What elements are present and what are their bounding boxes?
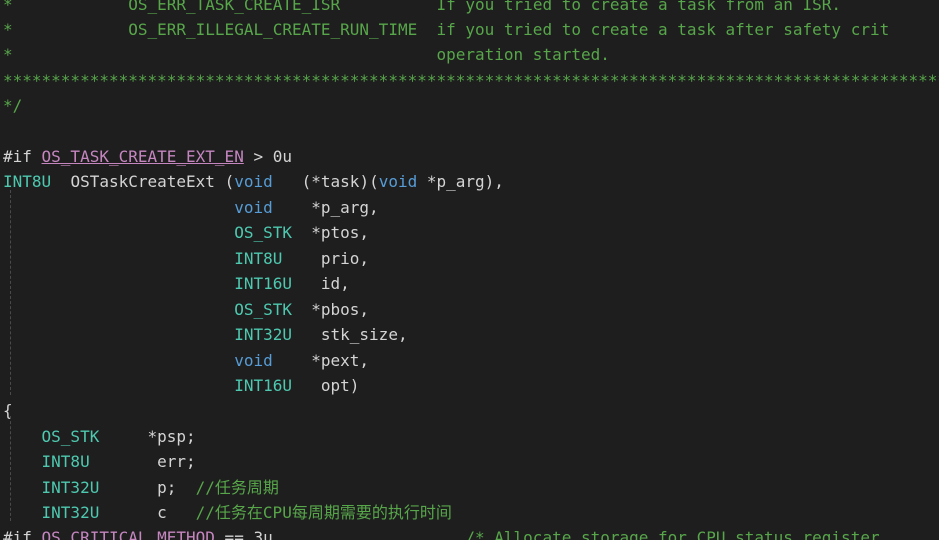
indent-guide <box>10 190 11 395</box>
code-token: (* <box>272 172 321 191</box>
code-line[interactable]: INT8U OSTaskCreateExt (void (*task)(void… <box>3 169 504 195</box>
code-token: INT16U <box>234 376 292 395</box>
code-editor[interactable]: * OS_ERR_TASK_CREATE_ISR If you tried to… <box>0 0 939 540</box>
code-token: c <box>99 503 196 522</box>
code-token: * <box>3 0 13 14</box>
code-line[interactable]: void *p_arg, <box>3 195 379 221</box>
code-line[interactable]: INT8U err; <box>3 449 196 475</box>
code-token: > 0u <box>243 147 292 166</box>
code-line[interactable]: INT32U p; //任务周期 <box>3 475 279 501</box>
code-token: id, <box>291 274 350 293</box>
code-line[interactable]: * operation started. <box>3 42 610 68</box>
code-line[interactable]: OS_STK *pbos, <box>3 297 369 323</box>
code-token: //任务在CPU每周期需要的执行时间 <box>195 503 452 522</box>
code-token: INT16U <box>234 274 292 293</box>
code-token: * <box>272 351 321 370</box>
code-line[interactable]: * OS_ERR_ILLEGAL_CREATE_RUN_TIME if you … <box>3 17 889 43</box>
code-line[interactable]: OS_STK *ptos, <box>3 220 369 246</box>
code-line[interactable]: INT16U opt) <box>3 373 359 399</box>
code-token: OS_TASK_CREATE_EXT_EN <box>41 147 244 166</box>
code-token: * OS_ERR_ILLEGAL_CREATE_RUN_TIME if you … <box>3 20 890 39</box>
code-token: *psp; <box>99 427 196 446</box>
code-line[interactable]: ****************************************… <box>3 68 939 94</box>
code-token: INT32U <box>234 325 292 344</box>
code-token: * <box>272 198 321 217</box>
code-token: INT8U <box>3 172 52 191</box>
code-token: == 3u <box>214 528 273 540</box>
code-token: void <box>234 351 273 370</box>
code-token: */ <box>3 96 23 115</box>
code-token: /* Allocate storage for CPU status regis… <box>272 528 880 540</box>
code-token: void <box>234 172 273 191</box>
code-token: opt) <box>291 376 360 395</box>
code-token: prio, <box>282 249 370 268</box>
code-token: stk_size, <box>291 325 408 344</box>
code-token: INT8U <box>41 452 90 471</box>
code-line[interactable]: #if OS_TASK_CREATE_EXT_EN > 0u <box>3 144 292 170</box>
code-token: #if <box>3 528 42 540</box>
code-line[interactable]: #if OS_CRITICAL_METHOD == 3u /* Allocate… <box>3 525 880 540</box>
code-token: void <box>378 172 418 191</box>
code-token: ****************************************… <box>3 71 939 90</box>
code-token: )( <box>359 172 379 191</box>
code-token: p; <box>99 478 196 497</box>
code-token: * operation started. <box>3 45 610 64</box>
code-token: * <box>291 223 321 242</box>
code-token: pext, <box>320 351 370 370</box>
code-token: OS_STK <box>234 300 292 319</box>
code-token: * <box>291 300 321 319</box>
code-line[interactable]: { <box>3 398 13 424</box>
code-line[interactable]: INT16U id, <box>3 271 350 297</box>
code-token: { <box>3 401 13 420</box>
code-token: *p_arg), <box>417 172 504 191</box>
code-token: OS_CRITICAL_METHOD <box>41 528 215 540</box>
code-line[interactable]: OS_STK *psp; <box>3 424 196 450</box>
code-token: void <box>234 198 273 217</box>
code-token: INT8U <box>234 249 283 268</box>
code-token: INT32U <box>41 503 100 522</box>
code-line[interactable]: */ <box>3 93 22 119</box>
code-token: pbos, <box>320 300 370 319</box>
code-token: OS_ERR_TASK_CREATE_ISR If you tried to c… <box>12 0 842 14</box>
code-token: INT32U <box>41 478 100 497</box>
code-line[interactable]: * OS_ERR_TASK_CREATE_ISR If you tried to… <box>3 0 841 18</box>
code-token: OS_STK <box>41 427 100 446</box>
code-token: OSTaskCreateExt ( <box>51 172 235 191</box>
code-token: ptos, <box>320 223 370 242</box>
code-token: err; <box>89 452 196 471</box>
code-line[interactable]: INT8U prio, <box>3 246 369 272</box>
code-token: OS_STK <box>234 223 292 242</box>
code-line[interactable]: INT32U stk_size, <box>3 322 408 348</box>
code-token: task <box>320 172 360 191</box>
indent-guide <box>10 416 11 521</box>
code-line[interactable]: INT32U c //任务在CPU每周期需要的执行时间 <box>3 500 452 526</box>
code-token: #if <box>3 147 42 166</box>
code-token: p_arg, <box>320 198 379 217</box>
code-token: //任务周期 <box>195 478 279 497</box>
code-line[interactable]: void *pext, <box>3 348 369 374</box>
